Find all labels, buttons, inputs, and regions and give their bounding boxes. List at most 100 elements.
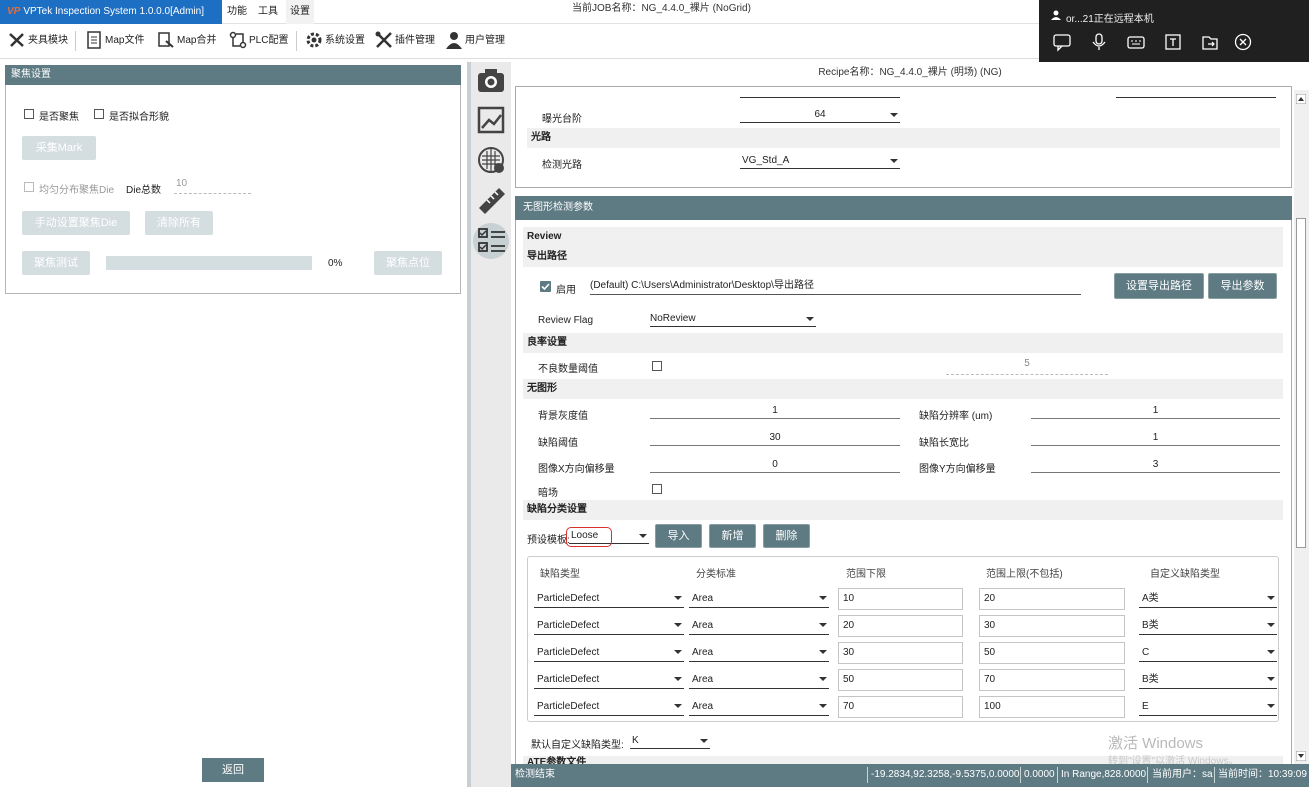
- class-criterion-select[interactable]: Area: [689, 698, 829, 716]
- class-criterion-select[interactable]: Area: [689, 644, 829, 662]
- range-min-input[interactable]: 20: [838, 615, 963, 637]
- range-max-input[interactable]: 50: [979, 642, 1125, 664]
- export-path-field[interactable]: (Default) C:\Users\Administrator\Desktop…: [590, 278, 1081, 295]
- custom-defect-type-select[interactable]: E: [1139, 698, 1277, 716]
- delete-button[interactable]: 删除: [763, 524, 810, 548]
- chevron-down-icon: [819, 704, 827, 708]
- manual-focus-die-button[interactable]: 手动设置聚焦Die: [22, 211, 130, 235]
- transfer-icon[interactable]: [1200, 32, 1220, 52]
- custom-defect-type-select-value: B类: [1142, 674, 1159, 685]
- menu-function[interactable]: 功能: [227, 0, 247, 24]
- class-criterion-select[interactable]: Area: [689, 590, 829, 608]
- focus-test-button[interactable]: 聚焦测试: [22, 251, 90, 275]
- map-file-button[interactable]: Map文件: [85, 30, 144, 52]
- preset-label: 预设模板:: [527, 535, 570, 546]
- close-icon[interactable]: [1233, 32, 1253, 52]
- fixture-module-button[interactable]: 夹具模块: [8, 30, 68, 52]
- range-min-input[interactable]: 30: [838, 642, 963, 664]
- camera-icon[interactable]: [474, 64, 508, 98]
- status-divider: [867, 767, 868, 783]
- custom-defect-type-select[interactable]: C: [1139, 644, 1277, 662]
- system-settings-button[interactable]: 系统设置: [305, 30, 365, 52]
- class-criterion-select[interactable]: Area: [689, 617, 829, 635]
- default-type-select[interactable]: K: [630, 733, 710, 749]
- custom-defect-type-select-value: B类: [1142, 620, 1159, 631]
- img-y-input[interactable]: 3: [1031, 457, 1280, 473]
- plugin-manage-button[interactable]: 插件管理: [375, 30, 435, 52]
- focus-point-button[interactable]: 聚焦点位: [374, 251, 442, 275]
- fit-topography-checkbox[interactable]: [94, 109, 104, 119]
- yield-section: 良率设置: [523, 333, 1283, 353]
- die-total-input[interactable]: 10: [174, 178, 251, 194]
- range-max-input[interactable]: 100: [979, 696, 1125, 718]
- range-min-input[interactable]: 50: [838, 669, 963, 691]
- export-params-button[interactable]: 导出参数: [1208, 273, 1277, 299]
- range-max-input-value: 100: [984, 701, 1001, 712]
- recipe-title: Recipe名称：NG_4.4.0_裸片 (明场) (NG): [818, 67, 1002, 78]
- table-header: 分类标准: [696, 569, 736, 580]
- range-min-input[interactable]: 10: [838, 588, 963, 610]
- defect-type-select[interactable]: ParticleDefect: [534, 698, 684, 716]
- map-merge-button[interactable]: Map合并: [157, 30, 216, 52]
- scrollbar-thumb[interactable]: [1296, 218, 1306, 548]
- default-type-value: K: [632, 735, 639, 746]
- uniform-focus-checkbox[interactable]: [24, 182, 34, 192]
- defect-type-select[interactable]: ParticleDefect: [534, 644, 684, 662]
- scroll-down-icon[interactable]: [1296, 751, 1306, 761]
- defect-thr-input[interactable]: 30: [650, 430, 900, 446]
- defect-type-select[interactable]: ParticleDefect: [534, 590, 684, 608]
- return-button[interactable]: 返回: [202, 758, 264, 782]
- chat-icon[interactable]: [1052, 32, 1072, 52]
- range-max-input[interactable]: 30: [979, 615, 1125, 637]
- custom-defect-type-select[interactable]: B类: [1139, 617, 1277, 635]
- light-path-select[interactable]: VG_Std_A: [740, 153, 900, 169]
- menu-settings[interactable]: 设置: [286, 0, 314, 24]
- status-divider: [1214, 767, 1215, 783]
- defect-type-select[interactable]: ParticleDefect: [534, 617, 684, 635]
- ruler-icon[interactable]: [474, 183, 508, 217]
- table-header: 缺陷类型: [540, 569, 580, 580]
- review-flag-select[interactable]: NoReview: [650, 311, 816, 327]
- user-manage-button[interactable]: 用户管理: [445, 30, 505, 52]
- text-icon[interactable]: [1163, 32, 1183, 52]
- clear-all-button[interactable]: 清除所有: [145, 211, 213, 235]
- scroll-up-icon[interactable]: [1296, 94, 1306, 104]
- defect-res-input[interactable]: 1: [1031, 403, 1280, 419]
- dark-field-checkbox[interactable]: [652, 484, 662, 494]
- capture-mark-button[interactable]: 采集Mark: [22, 136, 96, 160]
- chevron-down-icon: [890, 113, 898, 117]
- wafer-map-icon[interactable]: [474, 143, 508, 177]
- img-y-label: 图像Y方向偏移量: [919, 464, 996, 475]
- range-max-input[interactable]: 70: [979, 669, 1125, 691]
- microphone-icon[interactable]: [1089, 32, 1109, 52]
- focus-checkbox[interactable]: [24, 109, 34, 119]
- chevron-down-icon: [1267, 650, 1275, 654]
- custom-defect-type-select[interactable]: B类: [1139, 671, 1277, 689]
- set-export-path-button[interactable]: 设置导出路径: [1114, 273, 1204, 299]
- bad-count-checkbox[interactable]: [652, 361, 662, 371]
- bg-gray-input[interactable]: 1: [650, 403, 900, 419]
- add-button[interactable]: 新增: [709, 524, 756, 548]
- document-icon: [87, 31, 101, 50]
- image-chart-icon[interactable]: [474, 103, 508, 137]
- bad-count-input[interactable]: 5: [946, 358, 1108, 375]
- exposure-step-select[interactable]: 64: [740, 107, 900, 123]
- enable-checkbox[interactable]: [540, 281, 551, 292]
- status-divider: [1020, 767, 1021, 783]
- defect-ratio-input[interactable]: 1: [1031, 430, 1280, 446]
- chevron-down-icon: [806, 317, 814, 321]
- status-time: 当前时间：10:39:09: [1218, 769, 1307, 780]
- defect-type-select[interactable]: ParticleDefect: [534, 671, 684, 689]
- class-criterion-select[interactable]: Area: [689, 671, 829, 689]
- custom-defect-type-select[interactable]: A类: [1139, 590, 1277, 608]
- import-button[interactable]: 导入: [655, 524, 702, 548]
- plc-config-button[interactable]: PLC配置: [229, 30, 288, 52]
- range-min-input[interactable]: 70: [838, 696, 963, 718]
- img-x-input[interactable]: 0: [650, 457, 900, 473]
- chevron-down-icon: [1267, 596, 1275, 600]
- range-max-input[interactable]: 20: [979, 588, 1125, 610]
- menu-tools[interactable]: 工具: [258, 0, 278, 24]
- app-title-text: VPTek Inspection System 1.0.0.0[Admin]: [23, 6, 204, 17]
- checklist-icon[interactable]: [475, 224, 509, 258]
- keyboard-icon[interactable]: [1126, 32, 1146, 52]
